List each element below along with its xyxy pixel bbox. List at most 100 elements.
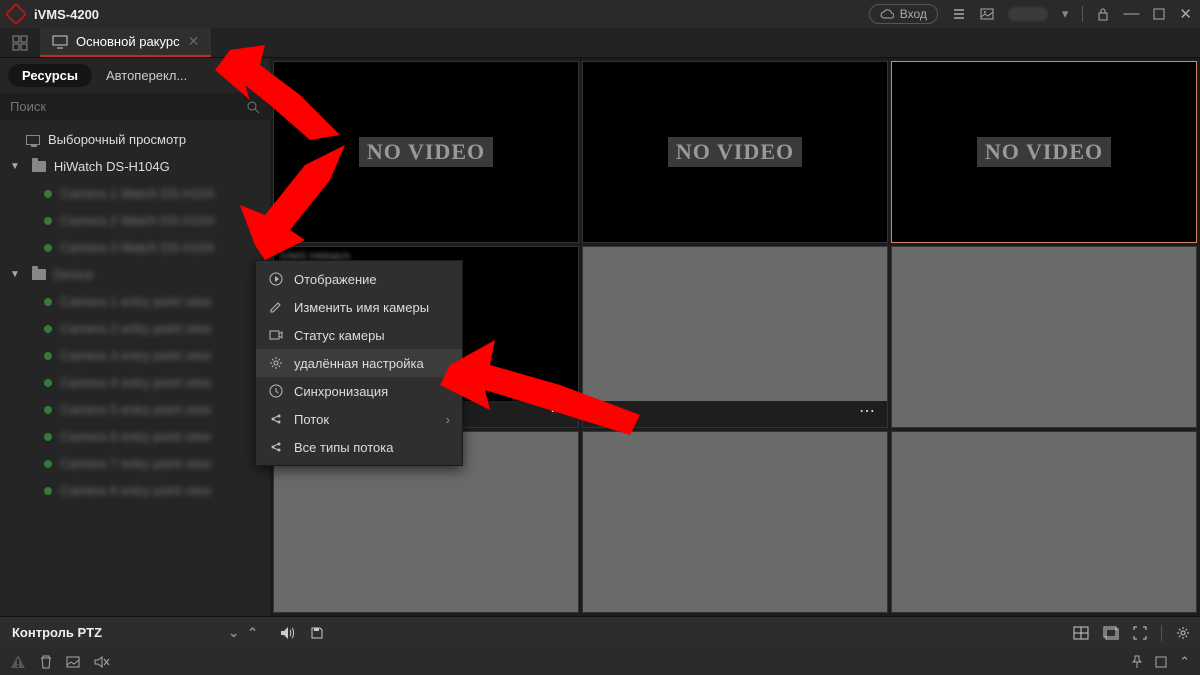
tree-custom-view[interactable]: Выборочный просмотр	[0, 126, 270, 153]
ctx-remote-config[interactable]: удалённая настройка	[256, 349, 462, 377]
tree-camera-item[interactable]: Camera 8 entry point view	[0, 477, 270, 504]
video-cell-selected[interactable]: NO VIDEO	[891, 61, 1197, 243]
cell-menu-icon[interactable]: ⋯	[859, 401, 877, 421]
panel-icon[interactable]	[1155, 654, 1167, 670]
ctx-label: Отображение	[294, 272, 377, 287]
status-bar: ⌃	[0, 648, 1200, 675]
camera-dot-icon	[44, 460, 52, 468]
tree-camera-item[interactable]: Camera 2 entry point view	[0, 315, 270, 342]
ctx-status[interactable]: Статус камеры	[256, 321, 462, 349]
modules-button[interactable]	[0, 28, 40, 57]
video-cell[interactable]: ⋯	[582, 246, 888, 428]
camera-dot-icon	[44, 379, 52, 387]
ctx-label: Поток	[294, 412, 329, 427]
image-icon[interactable]	[66, 656, 80, 668]
expand-icon[interactable]: ⌃	[1179, 654, 1190, 670]
sidebar-tab-autoswitch[interactable]: Автоперекл...	[92, 64, 201, 87]
stream-all-icon	[268, 439, 284, 455]
tab-main-view[interactable]: Основной ракурс ✕	[40, 28, 211, 57]
fullscreen-icon[interactable]	[1133, 625, 1147, 641]
divider	[1082, 6, 1083, 22]
folder-icon	[32, 161, 46, 172]
ctx-display[interactable]: Отображение	[256, 265, 462, 293]
video-cell[interactable]	[891, 246, 1197, 428]
image-icon[interactable]	[980, 7, 994, 21]
monitor-icon	[26, 135, 40, 145]
chevron-down-icon: ▼	[10, 161, 20, 172]
alert-icon[interactable]	[10, 654, 26, 670]
sidebar-tab-resources[interactable]: Ресурсы	[8, 64, 92, 87]
context-menu: Отображение Изменить имя камеры Статус к…	[255, 260, 463, 466]
video-cell[interactable]: NO VIDEO	[582, 61, 888, 243]
tree-camera-item[interactable]: Camera 6 entry point view	[0, 423, 270, 450]
camera-icon	[268, 327, 284, 343]
ctx-label: Изменить имя камеры	[294, 300, 429, 315]
cell-menu-icon[interactable]: ⋯	[550, 401, 568, 421]
tree-camera-item[interactable]: Camera 3 entry point view	[0, 342, 270, 369]
window-icon[interactable]	[1103, 625, 1119, 641]
trash-icon[interactable]	[40, 655, 52, 669]
cell-toolbar	[583, 401, 887, 427]
edit-icon	[268, 299, 284, 315]
list-icon[interactable]	[952, 7, 966, 21]
play-icon	[268, 271, 284, 287]
ctx-rename[interactable]: Изменить имя камеры	[256, 293, 462, 321]
lock-icon[interactable]	[1097, 7, 1109, 21]
divider	[1161, 625, 1162, 641]
monitor-icon	[52, 35, 68, 49]
tree-camera-item[interactable]: Camera 3 Watch DS-H104	[0, 234, 270, 261]
login-button[interactable]: Вход	[869, 4, 938, 24]
tree-camera-item[interactable]: Camera 7 entry point view	[0, 450, 270, 477]
search-row	[0, 93, 270, 120]
video-cell[interactable]	[891, 431, 1197, 613]
camera-dot-icon	[44, 217, 52, 225]
tree-camera-item[interactable]: Camera 5 entry point view	[0, 396, 270, 423]
folder-icon	[32, 269, 46, 280]
search-icon[interactable]	[246, 100, 260, 114]
video-cell[interactable]	[582, 431, 888, 613]
maximize-icon[interactable]	[1153, 8, 1165, 20]
ctx-stream[interactable]: Поток ›	[256, 405, 462, 433]
chevron-up-icon[interactable]: ⌃	[247, 625, 258, 641]
camera-dot-icon	[44, 244, 52, 252]
camera-dot-icon	[44, 298, 52, 306]
camera-dot-icon	[44, 325, 52, 333]
layout-icon[interactable]	[1073, 625, 1089, 641]
tree-device-blurred[interactable]: ▼ Device	[0, 261, 270, 288]
ctx-label: Синхронизация	[294, 384, 388, 399]
chevron-right-icon: ›	[446, 412, 450, 427]
no-video-label: NO VIDEO	[977, 137, 1111, 167]
tab-close-icon[interactable]: ✕	[188, 33, 200, 50]
gear-icon[interactable]	[1176, 625, 1190, 641]
ptz-panel-header[interactable]: Контроль PTZ ⌄ ⌃	[0, 616, 270, 648]
ctx-all-streams[interactable]: Все типы потока	[256, 433, 462, 461]
no-video-label: NO VIDEO	[359, 137, 493, 167]
ctx-label: удалённая настройка	[294, 356, 424, 371]
ctx-label: Статус камеры	[294, 328, 385, 343]
ctx-sync[interactable]: Синхронизация	[256, 377, 462, 405]
resource-tree: Выборочный просмотр ▼ HiWatch DS-H104G C…	[0, 120, 270, 616]
volume-icon[interactable]	[280, 626, 296, 640]
chevron-down-icon[interactable]: ▾	[1062, 6, 1069, 22]
no-video-label: NO VIDEO	[668, 137, 802, 167]
camera-dot-icon	[44, 406, 52, 414]
tree-camera-item[interactable]: Camera 1 Watch DS-H104	[0, 180, 270, 207]
camera-dot-icon	[44, 487, 52, 495]
tree-camera-item[interactable]: Camera 1 entry point view	[0, 288, 270, 315]
video-cell[interactable]: NO VIDEO	[273, 61, 579, 243]
chevron-down-icon[interactable]: ⌄	[228, 625, 239, 641]
camera-dot-icon	[44, 352, 52, 360]
save-icon[interactable]	[310, 626, 324, 640]
ctx-label: Все типы потока	[294, 440, 393, 455]
tree-device-hiwatch[interactable]: ▼ HiWatch DS-H104G	[0, 153, 270, 180]
search-input[interactable]	[10, 99, 246, 114]
app-title: iVMS-4200	[34, 7, 99, 22]
login-label: Вход	[900, 7, 927, 21]
minimize-icon[interactable]: —	[1123, 5, 1139, 23]
pin-icon[interactable]	[1131, 654, 1143, 670]
close-icon[interactable]: ✕	[1179, 5, 1192, 23]
user-blurred	[1008, 7, 1048, 21]
tree-camera-item[interactable]: Camera 4 entry point view	[0, 369, 270, 396]
tree-camera-item[interactable]: Camera 2 Watch DS-H104	[0, 207, 270, 234]
mute-icon[interactable]	[94, 656, 110, 668]
